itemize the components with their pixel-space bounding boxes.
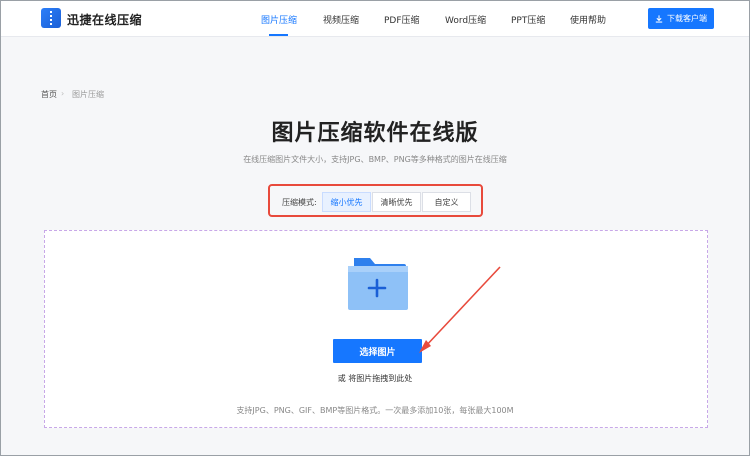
nav-image-compress[interactable]: 图片压缩: [261, 13, 297, 26]
download-client-button[interactable]: 下载客户端: [648, 8, 714, 29]
nav-pdf-compress[interactable]: PDF压缩: [384, 13, 420, 26]
folder-plus-icon[interactable]: [346, 256, 408, 310]
drag-drop-hint: 或 将图片拖拽到此处: [337, 374, 413, 383]
nav-ppt-compress[interactable]: PPT压缩: [511, 13, 545, 26]
supported-formats-note: 支持JPG、PNG、GIF、BMP等图片格式。一次最多添加10张，每张最大100…: [236, 406, 514, 415]
breadcrumb-home[interactable]: 首页: [41, 89, 57, 100]
download-icon: [655, 14, 663, 23]
mode-option-custom[interactable]: 自定义: [422, 192, 471, 212]
active-nav-indicator: [269, 34, 288, 36]
breadcrumb-current: 图片压缩: [72, 90, 104, 99]
brand-name[interactable]: 迅捷在线压缩: [67, 11, 142, 28]
nav-help[interactable]: 使用帮助: [570, 13, 606, 26]
top-navigation-bar: 迅捷在线压缩 图片压缩 视频压缩 PDF压缩 Word压缩 PPT压缩 使用帮助…: [0, 0, 750, 37]
download-client-label: 下载客户端: [667, 14, 707, 23]
mode-option-smaller[interactable]: 缩小优先: [322, 192, 371, 212]
nav-video-compress[interactable]: 视频压缩: [323, 13, 359, 26]
compression-mode-label: 压缩模式:: [282, 198, 317, 207]
page-title: 图片压缩软件在线版: [271, 121, 479, 146]
zip-logo-icon[interactable]: [41, 8, 61, 28]
select-image-button[interactable]: 选择图片: [333, 339, 422, 363]
nav-word-compress[interactable]: Word压缩: [445, 13, 486, 26]
mode-option-clearer[interactable]: 清晰优先: [372, 192, 421, 212]
breadcrumb-chevron-icon: ›: [61, 89, 65, 98]
page-subtitle: 在线压缩图片文件大小，支持JPG、BMP、PNG等多种格式的图片在线压缩: [243, 155, 507, 164]
